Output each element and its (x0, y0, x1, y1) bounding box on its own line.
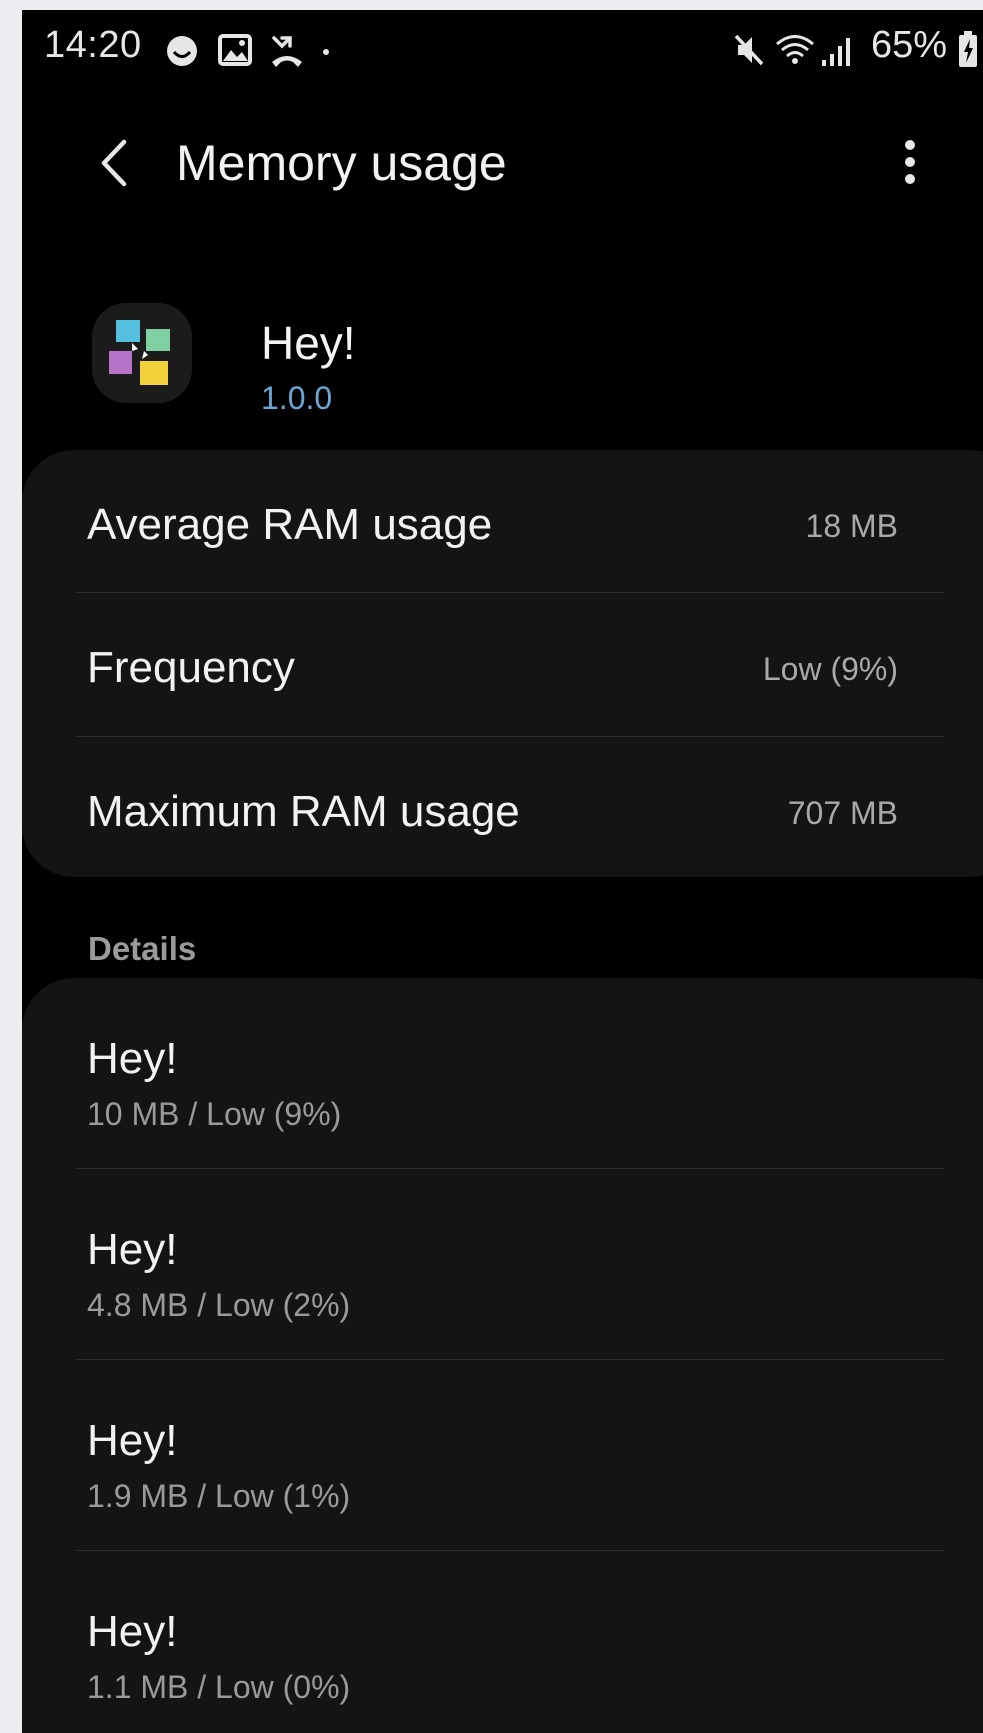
summary-row-value: 18 MB (805, 508, 898, 544)
status-time: 14:20 (44, 24, 142, 66)
summary-row[interactable]: Frequency Low (9%) (22, 593, 983, 735)
chevron-left-icon (101, 139, 127, 187)
summary-card: Average RAM usage 18 MB Frequency Low (9… (22, 450, 983, 877)
battery-charging-icon (959, 31, 977, 67)
detail-item[interactable]: Hey! 1.1 MB / Low (0%) (22, 1551, 983, 1733)
detail-item[interactable]: Hey! 10 MB / Low (9%) (22, 978, 983, 1168)
detail-item-title: Hey! (87, 1034, 178, 1083)
summary-row[interactable]: Average RAM usage 18 MB (22, 450, 983, 592)
details-card: Hey! 10 MB / Low (9%) Hey! 4.8 MB / Low … (22, 978, 983, 1733)
phone-screen: 14:20 65% Memory usage Hey! 1.0.0 Averag… (22, 10, 983, 1733)
summary-row-value: Low (9%) (762, 651, 898, 687)
detail-item-subtitle: 1.9 MB / Low (1%) (87, 1478, 351, 1514)
detail-item-subtitle: 10 MB / Low (9%) (87, 1096, 342, 1132)
detail-item-title: Hey! (87, 1607, 178, 1656)
more-options-button[interactable] (890, 132, 930, 192)
battery-percentage: 65% (870, 24, 947, 66)
detail-item-title: Hey! (87, 1416, 178, 1465)
mute-icon (734, 34, 764, 66)
missed-call-icon (272, 36, 302, 67)
summary-row-label: Maximum RAM usage (87, 787, 520, 836)
wifi-icon (776, 35, 814, 64)
app-icon (92, 303, 192, 403)
more-vert-icon-dot (905, 140, 915, 150)
summary-row-value: 707 MB (787, 795, 898, 831)
dot-icon (323, 49, 329, 55)
details-section-header: Details (88, 930, 197, 967)
app-name: Hey! (261, 317, 356, 369)
app-version: 1.0.0 (261, 380, 333, 416)
detail-item[interactable]: Hey! 1.9 MB / Low (1%) (22, 1360, 983, 1550)
detail-item[interactable]: Hey! 4.8 MB / Low (2%) (22, 1169, 983, 1359)
page-title: Memory usage (176, 135, 507, 191)
status-bar: 14:20 65% (22, 10, 983, 90)
back-button[interactable] (84, 128, 144, 198)
gallery-notification-icon (218, 34, 252, 66)
summary-row[interactable]: Maximum RAM usage 707 MB (22, 737, 983, 877)
more-vert-icon-dot (905, 174, 915, 184)
smiley-notification-icon (167, 36, 197, 66)
detail-item-subtitle: 1.1 MB / Low (0%) (87, 1669, 351, 1705)
summary-row-label: Average RAM usage (87, 500, 493, 549)
summary-row-label: Frequency (87, 643, 295, 692)
signal-icon (822, 38, 850, 66)
detail-item-subtitle: 4.8 MB / Low (2%) (87, 1287, 351, 1323)
app-logo-icon (109, 320, 170, 385)
detail-item-title: Hey! (87, 1225, 178, 1274)
more-vert-icon-dot (905, 157, 915, 167)
